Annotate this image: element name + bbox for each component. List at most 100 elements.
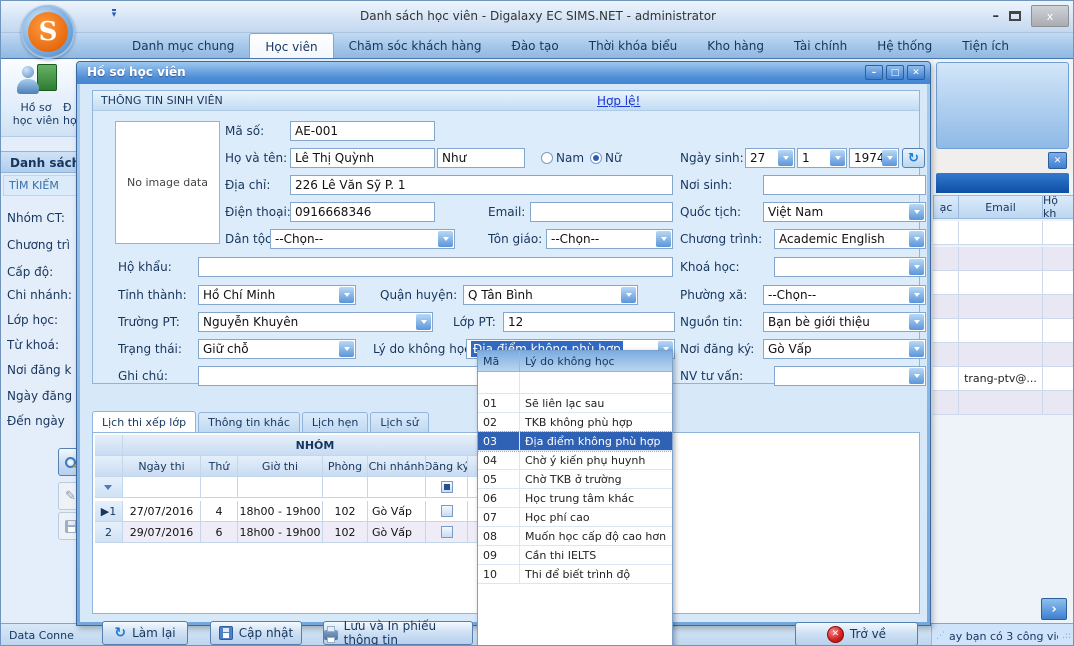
back-button[interactable]: ✕ Trở về: [795, 622, 918, 646]
nguon-tin-combo[interactable]: Bạn bè giới thiệu: [763, 312, 926, 332]
update-button[interactable]: Cập nhật: [210, 621, 302, 645]
dia-chi-input[interactable]: 226 Lê Văn Sỹ P. 1: [290, 175, 673, 195]
menu-item-he-thong[interactable]: Hệ thống: [862, 33, 947, 58]
chevron-down-icon[interactable]: [882, 150, 897, 166]
menu-item-tai-chinh[interactable]: Tài chính: [779, 33, 862, 58]
save-print-button[interactable]: Lưu và In phiếu thông tin: [323, 621, 473, 645]
radio-nu[interactable]: [590, 152, 602, 164]
dialog-minimize-button[interactable]: –: [865, 65, 883, 80]
column-header-phong[interactable]: Phòng: [323, 456, 368, 477]
dialog-titlebar[interactable]: Hồ sơ học viên – □ ✕: [77, 62, 930, 84]
chevron-down-icon[interactable]: [909, 368, 924, 384]
column-header-gio-thi[interactable]: Giờ thi: [238, 456, 323, 477]
birth-year-combo[interactable]: 1974: [849, 148, 899, 168]
tab-lich-hen[interactable]: Lịch hẹn: [302, 412, 368, 433]
column-header-ho-khau[interactable]: Hộ kh: [1043, 195, 1074, 219]
table-row[interactable]: ▶ 1 27/07/2016 4 18h00 - 19h00 102 Gò Vấ…: [95, 501, 508, 522]
resize-grip-icon[interactable]: .::: [1062, 631, 1071, 641]
dropdown-item[interactable]: 08Muốn học cấp độ cao hơn: [478, 527, 672, 546]
quoc-tich-combo[interactable]: Việt Nam: [763, 202, 926, 222]
grid-filter-row[interactable]: [95, 477, 508, 498]
dialog-close-button[interactable]: ✕: [907, 65, 925, 80]
table-row[interactable]: [933, 295, 1074, 319]
chevron-down-icon[interactable]: [778, 150, 793, 166]
menu-item-cham-soc-khach-hang[interactable]: Chăm sóc khách hàng: [334, 33, 497, 58]
table-row[interactable]: [933, 221, 1074, 245]
dialog-maximize-button[interactable]: □: [886, 65, 904, 80]
toolbar-item-ho-so-hoc-vien[interactable]: Hồ sơ học viên: [1, 101, 71, 127]
dropdown-item[interactable]: 07Học phí cao: [478, 508, 672, 527]
chevron-down-icon[interactable]: [656, 231, 671, 247]
window-close-button[interactable]: x: [1031, 5, 1069, 27]
scroll-right-button[interactable]: ›: [1041, 598, 1067, 620]
menu-item-danh-muc-chung[interactable]: Danh mục chung: [117, 33, 249, 58]
birth-month-combo[interactable]: 1: [797, 148, 847, 168]
nv-tu-van-combo[interactable]: [774, 366, 926, 386]
noi-sinh-input[interactable]: [763, 175, 926, 195]
dropdown-item[interactable]: 06Học trung tâm khác: [478, 489, 672, 508]
chevron-down-icon[interactable]: [909, 287, 924, 303]
menu-item-hoc-vien[interactable]: Học viên: [249, 33, 333, 58]
column-header-thu[interactable]: Thứ: [201, 456, 238, 477]
birth-day-combo[interactable]: 27: [745, 148, 795, 168]
column-header-email[interactable]: Email: [959, 195, 1043, 219]
dropdown-item[interactable]: 02TKB không phù hợp: [478, 413, 672, 432]
dropdown-item[interactable]: 04Chờ ý kiến phụ huynh: [478, 451, 672, 470]
quick-access-chevron-icon[interactable]: ▾: [105, 9, 123, 24]
chevron-down-icon[interactable]: [339, 341, 354, 357]
dien-thoai-input[interactable]: 0916668346: [290, 202, 435, 222]
chevron-down-icon[interactable]: [909, 231, 924, 247]
quan-huyen-combo[interactable]: Q Tân Bình: [463, 285, 638, 305]
column-header-partial[interactable]: ạc: [933, 195, 959, 219]
ho-khau-input[interactable]: [198, 257, 673, 277]
column-header-ngay-thi[interactable]: Ngày thi: [123, 456, 201, 477]
valid-link[interactable]: Hợp lệ!: [597, 94, 640, 108]
window-maximize-button[interactable]: [1009, 11, 1021, 21]
noi-dang-ky-combo[interactable]: Gò Vấp: [763, 339, 926, 359]
table-row[interactable]: [933, 247, 1074, 271]
dropdown-item[interactable]: 10Thi để biết trình độ: [478, 565, 672, 584]
student-profile-icon[interactable]: [15, 64, 59, 98]
phuong-xa-combo[interactable]: --Chọn--: [763, 285, 926, 305]
reset-button[interactable]: ↻ Làm lại: [102, 621, 188, 645]
chuong-trinh-combo[interactable]: Academic English: [774, 229, 926, 249]
table-row[interactable]: [933, 271, 1074, 295]
table-row[interactable]: 2 29/07/2016 6 18h00 - 19h00 102 Gò Vấp: [95, 522, 508, 543]
chevron-down-icon[interactable]: [621, 287, 636, 303]
email-input[interactable]: [530, 202, 673, 222]
ma-so-input[interactable]: AE-001: [290, 121, 435, 141]
student-photo-placeholder[interactable]: No image data: [115, 121, 220, 244]
menu-item-dao-tao[interactable]: Đào tạo: [497, 33, 574, 58]
ten-input[interactable]: Như: [437, 148, 525, 168]
register-checkbox[interactable]: [441, 526, 453, 538]
column-header-dang-ky[interactable]: Đăng ký: [426, 456, 468, 477]
dropdown-item-selected[interactable]: 03Địa điểm không phù hợp: [478, 432, 672, 451]
chevron-down-icon[interactable]: [909, 341, 924, 357]
ton-giao-combo[interactable]: --Chọn--: [546, 229, 673, 249]
menu-item-tien-ich[interactable]: Tiện ích: [947, 33, 1024, 58]
dropdown-item[interactable]: 05Chờ TKB ở trường: [478, 470, 672, 489]
chevron-down-icon[interactable]: [416, 314, 431, 330]
dropdown-item[interactable]: 09Cần thi IELTS: [478, 546, 672, 565]
table-row[interactable]: [933, 343, 1074, 367]
dropdown-item[interactable]: [478, 372, 672, 394]
chevron-down-icon[interactable]: [339, 287, 354, 303]
lop-pt-input[interactable]: 12: [503, 312, 675, 332]
chevron-down-icon[interactable]: [438, 231, 453, 247]
radio-nam[interactable]: [541, 152, 553, 164]
app-logo[interactable]: S: [21, 5, 75, 59]
tab-lich-thi-xep-lop[interactable]: Lịch thi xếp lớp: [92, 411, 196, 432]
khoa-hoc-combo[interactable]: [774, 257, 926, 277]
table-row[interactable]: trang-ptv@...: [933, 367, 1074, 391]
panel-close-icon[interactable]: ✕: [1048, 152, 1067, 169]
dropdown-item[interactable]: 01Sẽ liên lạc sau: [478, 394, 672, 413]
register-checkbox[interactable]: [441, 505, 453, 517]
chevron-down-icon[interactable]: [909, 314, 924, 330]
tinh-thanh-combo[interactable]: Hồ Chí Minh: [198, 285, 356, 305]
table-row[interactable]: [933, 391, 1074, 415]
statusbar-tasks-panel[interactable]: ⋰ ay bạn có 3 công việc! .::: [931, 624, 1074, 646]
menu-item-thoi-khoa-bieu[interactable]: Thời khóa biểu: [574, 33, 692, 58]
dan-toc-combo[interactable]: --Chọn--: [270, 229, 455, 249]
birthdate-refresh-button[interactable]: ↻: [902, 148, 925, 168]
filter-checkbox[interactable]: [441, 481, 453, 493]
